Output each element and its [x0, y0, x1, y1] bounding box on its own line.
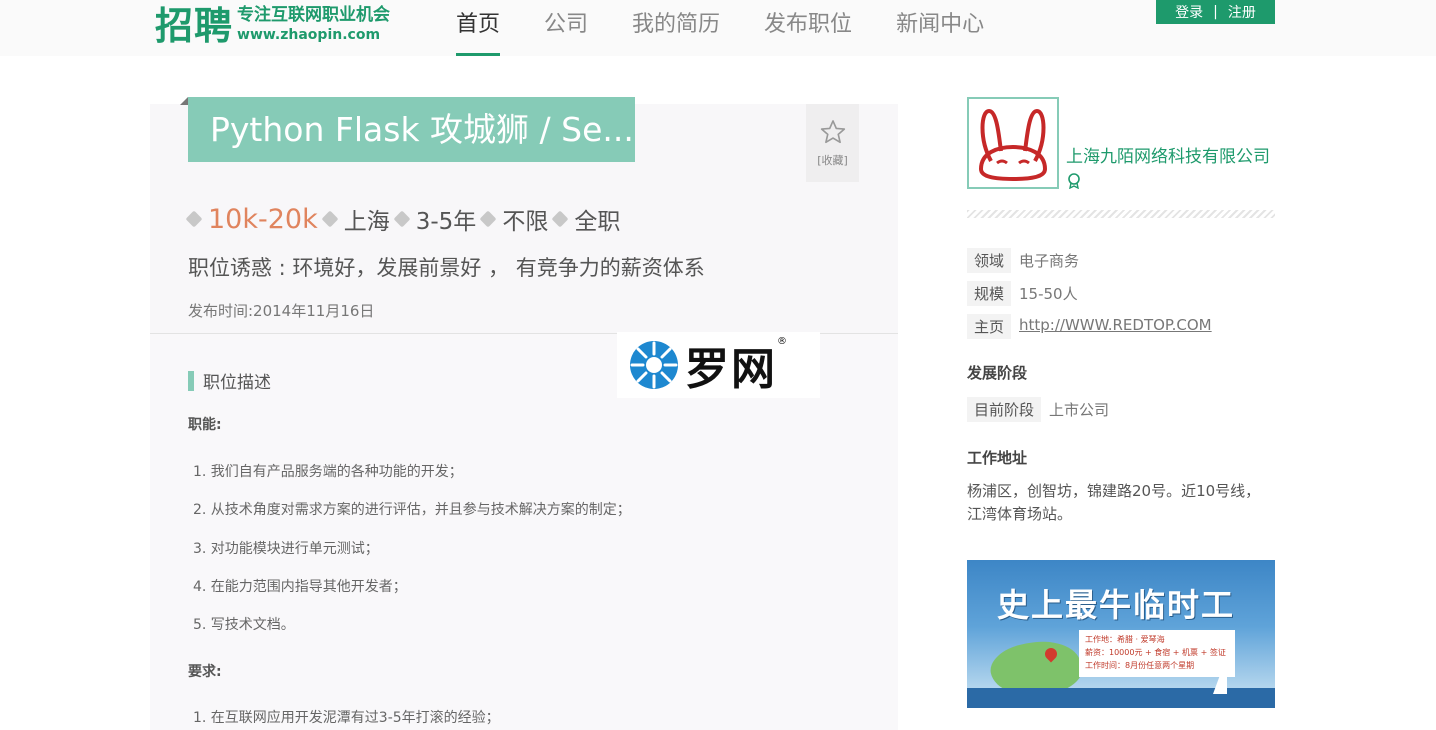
section-bar	[188, 370, 194, 391]
watermark-text: 罗网	[685, 344, 777, 395]
watermark-registered-mark: ®	[777, 336, 787, 347]
star-icon	[820, 120, 845, 144]
work-address: 杨浦区，创智坊，锦建路20号。近10号线，江湾体育场站。	[967, 482, 1261, 523]
watermark-logo-icon	[630, 341, 678, 389]
logo-side: 专注互联网职业机会 www.zhaopin.com	[237, 4, 390, 44]
job-tags: 10k-20k 上海 3-5年 不限 全职	[185, 202, 626, 236]
job-title: Python Flask 攻城狮 / Se...	[188, 97, 635, 162]
company-stage-row: 目前阶段 上市公司	[967, 397, 1109, 422]
nav-companies[interactable]: 公司	[522, 0, 610, 56]
job-type-tag: 全职	[551, 202, 621, 236]
auth-separator: |	[1213, 4, 1218, 20]
title-corner-fold	[180, 97, 188, 105]
experience-tag: 3-5年	[393, 202, 477, 236]
job-temptation: 职位诱惑 : 环境好，发展前景好 ， 有竞争力的薪资体系	[188, 256, 705, 280]
stage-heading: 发展阶段	[967, 364, 1028, 382]
duty-item: 1. 我们自有产品服务端的各种功能的开发；	[193, 464, 463, 480]
site-logo[interactable]: 招聘 专注互联网职业机会 www.zhaopin.com	[155, 4, 390, 48]
tag-icon	[551, 210, 569, 228]
tag-icon	[185, 210, 203, 228]
login-link[interactable]: 登录	[1175, 2, 1203, 22]
salary-value: 10k-20k	[208, 203, 318, 235]
duty-item: 3. 对功能模块进行单元测试；	[193, 541, 379, 557]
city-tag: 上海	[321, 202, 390, 236]
ad-info-box: 工作地：希腊 · 爱琴海 薪资：10000元 + 食宿 + 机票 + 签证 工作…	[1079, 630, 1235, 677]
logo-main-text: 招聘	[155, 4, 234, 48]
sailboat-icon	[1213, 656, 1227, 694]
address-heading: 工作地址	[967, 449, 1028, 467]
nav-home[interactable]: 首页	[434, 0, 522, 56]
duty-item: 2. 从技术角度对需求方案的进行评估，并且参与技术解决方案的制定；	[193, 502, 631, 518]
job-type-value: 全职	[574, 209, 621, 235]
company-field-row: 领域 电子商务	[967, 248, 1079, 273]
publish-time: 发布时间:2014年11月16日	[188, 302, 375, 320]
logo-url: www.zhaopin.com	[237, 27, 381, 43]
homepage-label: 主页	[967, 314, 1012, 339]
stage-value: 上市公司	[1049, 401, 1110, 419]
logo-slogan: 专注互联网职业机会	[237, 5, 391, 25]
watermark-overlay: 罗网 ®	[617, 332, 820, 398]
duties-heading: 职能:	[188, 417, 222, 433]
ad-line-salary: 薪资：10000元 + 食宿 + 机票 + 签证	[1085, 648, 1226, 657]
company-name-text: 上海九陌网络科技有限公司	[1066, 147, 1270, 167]
favorite-label: [收藏]	[817, 154, 848, 167]
ad-line-time: 工作时间：8月份任意两个星期	[1085, 661, 1195, 670]
size-label: 规模	[967, 281, 1012, 306]
verified-badge-icon	[1068, 173, 1080, 189]
ad-line-location: 工作地：希腊 · 爱琴海	[1085, 635, 1165, 644]
field-label: 领域	[967, 248, 1012, 273]
auth-bar: 登录 | 注册	[1156, 0, 1275, 24]
rabbit-logo-icon	[978, 108, 1048, 182]
company-homepage-row: 主页 http://WWW.REDTOP.COM	[967, 314, 1212, 339]
duty-item: 5. 写技术文档。	[193, 617, 295, 633]
requirements-heading: 要求:	[188, 664, 222, 680]
salary-tag: 10k-20k	[185, 203, 318, 235]
nav-news-center[interactable]: 新闻中心	[874, 0, 1006, 56]
nav-post-job[interactable]: 发布职位	[742, 0, 874, 56]
register-link[interactable]: 注册	[1228, 2, 1256, 22]
dotted-divider	[967, 210, 1275, 218]
tag-icon	[393, 210, 411, 228]
education-value: 不限	[502, 209, 549, 235]
stage-label: 目前阶段	[967, 397, 1042, 422]
size-value: 15-50人	[1019, 285, 1078, 303]
tag-icon	[479, 210, 497, 228]
duty-item: 4. 在能力范围内指导其他开发者；	[193, 579, 407, 595]
company-size-row: 规模 15-50人	[967, 281, 1078, 306]
requirement-item: 1. 在互联网应用开发泥潭有过3-5年打滚的经验；	[193, 710, 500, 726]
job-description-heading: 职位描述	[188, 368, 271, 393]
homepage-link[interactable]: http://WWW.REDTOP.COM	[1019, 314, 1212, 339]
ad-title: 史上最牛临时工	[997, 586, 1236, 624]
experience-value: 3-5年	[415, 209, 477, 235]
company-logo[interactable]	[967, 97, 1059, 189]
ad-sea-graphic	[967, 688, 1275, 708]
favorite-button[interactable]: [收藏]	[806, 104, 859, 182]
nav-my-resume[interactable]: 我的简历	[610, 0, 742, 56]
tag-icon	[321, 210, 339, 228]
top-header: 招聘 专注互联网职业机会 www.zhaopin.com 首页 公司 我的简历 …	[0, 0, 1436, 56]
main-nav: 首页 公司 我的简历 发布职位 新闻中心	[434, 0, 1006, 56]
company-name[interactable]: 上海九陌网络科技有限公司	[1066, 145, 1271, 195]
education-tag: 不限	[479, 202, 549, 236]
city-value: 上海	[343, 209, 390, 235]
section-title: 职位描述	[203, 373, 271, 393]
ad-banner[interactable]: 史上最牛临时工 工作地：希腊 · 爱琴海 薪资：10000元 + 食宿 + 机票…	[967, 560, 1275, 708]
field-value: 电子商务	[1019, 252, 1080, 270]
